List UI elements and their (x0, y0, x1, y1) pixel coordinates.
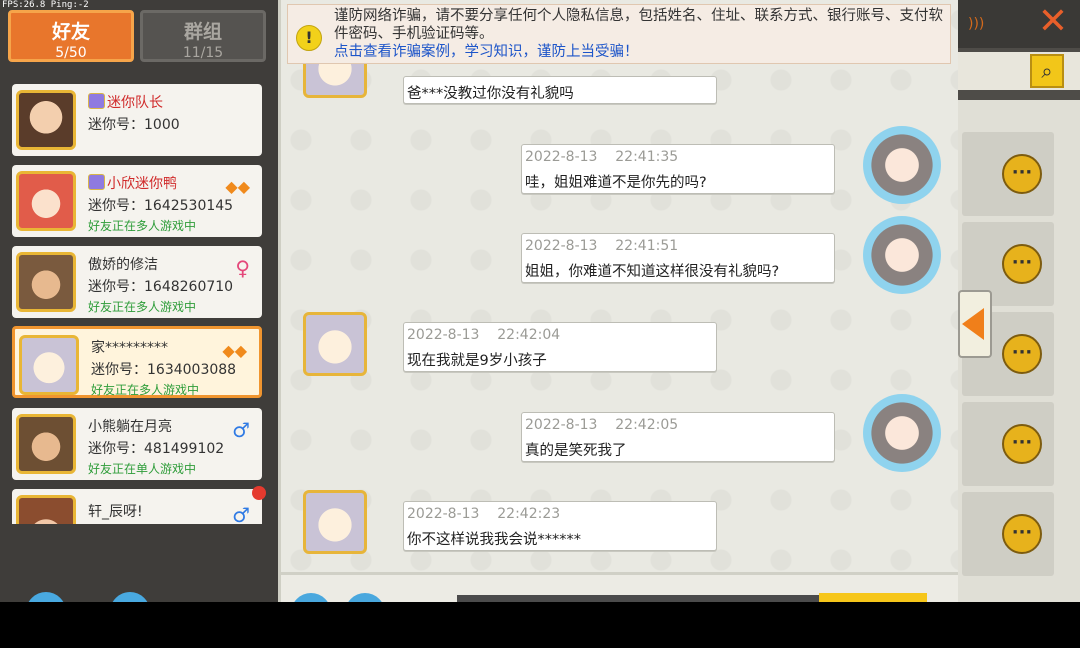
friend-name: 小欣迷你鸭 (107, 176, 177, 192)
add-friend-button[interactable] (26, 592, 66, 602)
chat-bubble-icon[interactable]: ··· (1002, 424, 1042, 464)
list-item[interactable]: ··· (962, 402, 1054, 486)
message-time: 2022-8-13 22:42:04 (407, 327, 561, 343)
tab-friends[interactable]: 好友 5/50 (8, 10, 134, 62)
friend-id: 迷你号：481499102 (88, 441, 225, 457)
message-list[interactable]: 爸***没教过你没有礼貌吗 2022-8-13 22:41:35 哇，姐姐难道不… (281, 64, 955, 570)
friend-item[interactable]: 迷你队长 迷你号：1000 (12, 84, 262, 156)
message-bubble: 2022-8-13 22:42:05 真的是笑死我了 (521, 412, 835, 462)
friend-name: 迷你队长 (107, 95, 163, 111)
chat-input-bar (281, 572, 958, 602)
male-icon: ♂ (232, 418, 250, 442)
send-button[interactable] (819, 593, 927, 602)
fps-readout: FPS:26.8 Ping:-2 (2, 0, 89, 10)
avatar (16, 252, 76, 312)
close-icon[interactable]: ✕ (1036, 4, 1070, 40)
emoji-button[interactable] (291, 593, 331, 602)
avatar (16, 414, 76, 474)
mask-icon: ◆◆ (222, 341, 247, 360)
friend-name: 傲娇的修洁 (88, 257, 158, 273)
friend-status: 好友正在多人游戏中 (88, 300, 197, 314)
signal-icon: ))) (968, 16, 985, 32)
tab-friends-label: 好友 (51, 21, 90, 43)
friend-name: 小熊躺在月亮 (88, 419, 172, 435)
friend-item[interactable]: 轩_辰呀! ♂ (12, 489, 262, 524)
message-bubble: 2022-8-13 22:41:51 姐姐，你难道不知道这样很没有礼貌吗? (521, 233, 835, 283)
avatar (303, 490, 367, 554)
message-text: 姐姐，你难道不知道这样很没有礼貌吗? (525, 264, 780, 280)
message-time: 2022-8-13 22:42:05 (525, 417, 679, 433)
chat-bubble-icon[interactable]: ··· (1002, 514, 1042, 554)
tab-friends-count: 5/50 (55, 45, 87, 61)
message-text: 哇，姐姐难道不是你先的吗? (525, 175, 707, 191)
arrow-left-icon (962, 308, 984, 340)
friend-name: 家********* (91, 340, 168, 356)
friend-name-row: 迷你队长 (88, 92, 163, 112)
chat-bubble-icon[interactable]: ··· (1002, 154, 1042, 194)
friend-group-tabs: 好友 5/50 群组 11/15 (8, 10, 268, 64)
warning-icon: ! (296, 25, 322, 51)
avatar (863, 126, 941, 204)
message-input[interactable] (457, 595, 819, 602)
vip-badge-icon (88, 174, 105, 190)
search-bar[interactable]: ⌕ (958, 52, 1080, 90)
voice-button[interactable] (345, 593, 385, 602)
fraud-warning-banner: ! 谨防网络诈骗，请不要分享任何个人隐私信息，包括姓名、住址、联系方式、银行账号… (287, 4, 951, 64)
female-icon: ♀ (235, 256, 250, 280)
avatar (16, 90, 76, 150)
chat-bubble-icon[interactable]: ··· (1002, 244, 1042, 284)
avatar (303, 312, 367, 376)
message-text: 爸***没教过你没有礼貌吗 (407, 86, 574, 102)
tab-groups-count: 11/15 (182, 45, 224, 61)
friend-id: 迷你号：1000 (88, 117, 180, 133)
friend-id: 迷你号：1648260710 (88, 279, 234, 295)
friend-name-row: 小欣迷你鸭 (88, 173, 177, 193)
friend-status: 好友正在多人游戏中 (88, 219, 197, 233)
friend-item[interactable]: 小熊躺在月亮 迷你号：481499102 好友正在单人游戏中 ♂ (12, 408, 262, 480)
message-bubble: 2022-8-13 22:42:04 现在我就是9岁小孩子 (403, 322, 717, 372)
warning-text: 谨防网络诈骗，请不要分享任何个人隐私信息，包括姓名、住址、联系方式、银行账号、支… (334, 8, 943, 42)
avatar (303, 64, 367, 98)
mask-icon: ◆◆ (225, 177, 250, 196)
chat-panel: ! 谨防网络诈骗，请不要分享任何个人隐私信息，包括姓名、住址、联系方式、银行账号… (278, 0, 958, 602)
fraud-cases-link[interactable]: 点击查看诈骗案例，学习知识，谨防上当受骗！ (334, 44, 639, 60)
avatar (16, 171, 76, 231)
message-bubble: 2022-8-13 22:42:23 你不这样说我我会说****** (403, 501, 717, 551)
warning-text-block: 谨防网络诈骗，请不要分享任何个人隐私信息，包括姓名、住址、联系方式、银行账号、支… (334, 7, 944, 61)
message-text: 真的是笑死我了 (525, 443, 627, 459)
avatar (863, 394, 941, 472)
friend-status: 好友正在多人游戏中 (91, 383, 200, 397)
message-time: 2022-8-13 22:42:23 (407, 506, 561, 522)
message-bubble: 2022-8-13 22:41:35 哇，姐姐难道不是你先的吗? (521, 144, 835, 194)
unread-dot (252, 486, 266, 500)
message-text: 现在我就是9岁小孩子 (407, 353, 547, 369)
avatar (16, 495, 76, 524)
app-window: FPS:26.8 Ping:-2 好友 5/50 群组 11/15 迷你队长 迷… (0, 0, 1080, 602)
friend-item-selected[interactable]: 家********* 迷你号：1634003088 好友正在多人游戏中 ◆◆ (12, 326, 262, 398)
friend-item[interactable]: 傲娇的修洁 迷你号：1648260710 好友正在多人游戏中 ♀ (12, 246, 262, 318)
male-icon: ♂ (232, 503, 250, 524)
list-item[interactable]: ··· (962, 132, 1054, 216)
vip-badge-icon (88, 93, 105, 109)
message-time: 2022-8-13 22:41:35 (525, 149, 679, 165)
friend-list[interactable]: 迷你队长 迷你号：1000 小欣迷你鸭 迷你号：1642530145 好友正在多… (10, 80, 266, 524)
avatar (19, 335, 79, 395)
list-item[interactable]: ··· (962, 492, 1054, 576)
message-text: 你不这样说我我会说****** (407, 532, 581, 548)
search-icon[interactable]: ⌕ (1030, 54, 1064, 88)
friend-item[interactable]: 小欣迷你鸭 迷你号：1642530145 好友正在多人游戏中 ◆◆ (12, 165, 262, 237)
friend-status: 好友正在单人游戏中 (88, 462, 197, 476)
message-time: 2022-8-13 22:41:51 (525, 238, 679, 254)
right-header: ))) ✕ (958, 0, 1080, 48)
friend-id: 迷你号：1642530145 (88, 198, 234, 214)
friend-name: 轩_辰呀! (88, 504, 143, 520)
chat-bubble-icon[interactable]: ··· (1002, 334, 1042, 374)
message-bubble: 爸***没教过你没有礼貌吗 (403, 76, 717, 104)
tab-groups-label: 群组 (183, 21, 222, 43)
friend-id: 迷你号：1634003088 (91, 362, 237, 378)
avatar (863, 216, 941, 294)
tab-groups[interactable]: 群组 11/15 (140, 10, 266, 62)
collapse-panel-button[interactable] (958, 290, 992, 358)
friend-request-button[interactable] (110, 592, 150, 602)
